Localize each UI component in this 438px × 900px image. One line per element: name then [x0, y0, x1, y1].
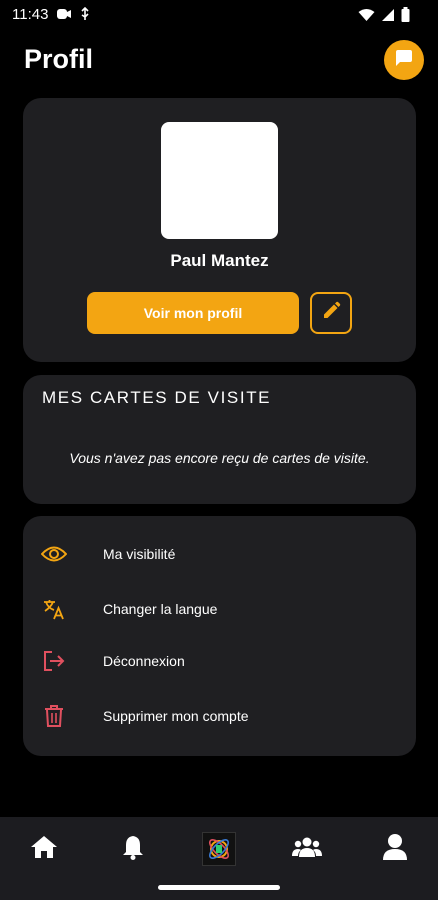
home-icon [30, 834, 58, 865]
section-title: MES CARTES DE VISITE [42, 388, 272, 407]
profile-name: Paul Mantez [170, 251, 269, 270]
empty-message: Vous n'avez pas encore reçu de cartes de… [69, 450, 370, 466]
menu-item-logout[interactable]: Déconnexion [23, 641, 416, 681]
avatar[interactable] [161, 122, 278, 239]
nav-app-logo[interactable] [199, 829, 239, 869]
bottom-nav [0, 817, 438, 900]
bell-icon [122, 834, 144, 865]
settings-menu: Ma visibilité Changer la langue Déconnex… [23, 516, 416, 756]
eye-icon [40, 540, 68, 568]
signal-icon [381, 8, 395, 22]
menu-item-label: Changer la langue [103, 601, 218, 617]
status-time: 11:43 [12, 6, 49, 23]
trash-icon [40, 702, 68, 730]
edit-profile-button[interactable] [310, 292, 352, 334]
battery-icon [401, 7, 410, 22]
app-logo-icon [202, 832, 236, 866]
usb-icon [80, 7, 90, 21]
logout-icon [40, 647, 68, 675]
nav-community[interactable] [287, 829, 327, 869]
translate-icon [40, 595, 68, 623]
nav-home[interactable] [24, 829, 64, 869]
menu-item-visibility[interactable]: Ma visibilité [23, 534, 416, 574]
menu-item-label: Ma visibilité [103, 546, 176, 562]
menu-item-language[interactable]: Changer la langue [23, 589, 416, 629]
chat-bubble-icon [394, 48, 414, 73]
video-call-icon [56, 7, 72, 21]
home-indicator[interactable] [158, 885, 280, 890]
menu-item-label: Déconnexion [103, 653, 185, 669]
profile-card: Paul Mantez Voir mon profil [23, 98, 416, 362]
menu-item-label: Supprimer mon compte [103, 708, 249, 724]
group-icon [292, 836, 322, 863]
view-profile-button[interactable]: Voir mon profil [87, 292, 299, 334]
menu-item-delete-account[interactable]: Supprimer mon compte [23, 696, 416, 736]
chat-button[interactable] [384, 40, 424, 80]
wifi-icon [358, 8, 375, 22]
page-title: Profil [24, 44, 94, 74]
nav-notifications[interactable] [113, 829, 153, 869]
business-cards-card: MES CARTES DE VISITE Vous n'avez pas enc… [23, 375, 416, 504]
nav-profile[interactable] [375, 829, 415, 869]
user-icon [382, 833, 408, 866]
status-bar: 11:43 [0, 0, 438, 30]
pencil-icon [321, 301, 341, 326]
